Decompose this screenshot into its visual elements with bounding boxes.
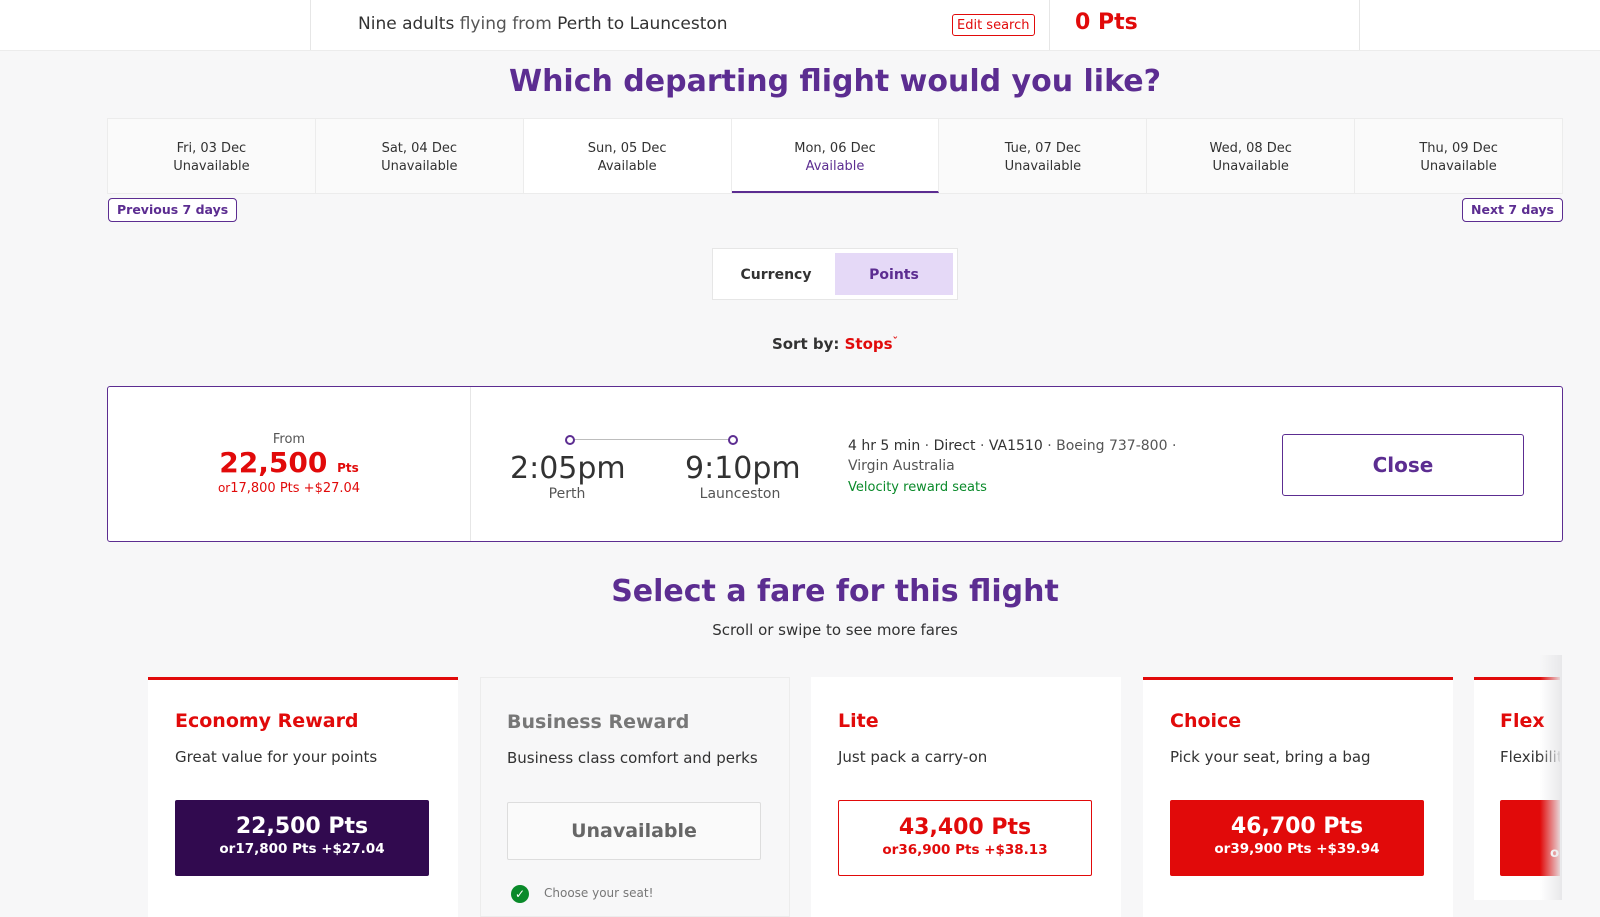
date-status: Unavailable <box>173 159 250 174</box>
scroll-fade <box>1540 655 1562 900</box>
or-label: or <box>219 841 236 857</box>
fare-alt-price: or36,900 Pts +$38.13 <box>839 841 1091 859</box>
fare-description: Great value for your points <box>175 748 378 766</box>
fare-alt-price: or39,900 Pts +$39.94 <box>1170 840 1424 858</box>
carrier-name: Virgin Australia <box>848 458 955 474</box>
alt-price-value: 36,900 Pts +$38.13 <box>898 842 1048 858</box>
flight-details: 4 hr 5 min · Direct · VA1510 · Boeing 73… <box>848 436 1178 476</box>
choice-price-button[interactable]: 46,700 Pts or39,900 Pts +$39.94 <box>1170 800 1424 876</box>
fare-description: Pick your seat, bring a bag <box>1170 748 1371 766</box>
summary-word: flying <box>459 14 507 34</box>
fare-price: 46,700 Pts <box>1230 814 1364 839</box>
economy-reward-price-button[interactable]: 22,500 Pts or17,800 Pts +$27.04 <box>175 800 429 876</box>
date-tab-sun-05[interactable]: Sun, 05 Dec Available <box>523 119 732 193</box>
date-tab-tue-07[interactable]: Tue, 07 Dec Unavailable <box>939 119 1148 193</box>
date-status: Available <box>597 159 657 174</box>
date-label: Fri, 03 Dec <box>176 141 247 156</box>
departure-time: 2:05pm <box>510 451 626 486</box>
or-label: or <box>217 481 231 495</box>
date-label: Sat, 04 Dec <box>381 141 457 156</box>
flight-stops: Direct <box>933 438 976 454</box>
or-label: or <box>1214 841 1231 857</box>
previous-7-days-button[interactable]: Previous 7 days <box>108 198 238 222</box>
points-value: 22,500 <box>219 446 328 479</box>
business-reward-unavailable: Unavailable <box>507 802 761 860</box>
summary-word: to <box>607 14 625 34</box>
page-title: Which departing flight would you like? <box>508 64 1161 99</box>
from-label: From <box>272 432 306 447</box>
alt-price-value: 17,800 Pts +$27.04 <box>230 481 361 496</box>
chevron-down-icon: ˇ <box>892 335 899 348</box>
arrival-dot-icon <box>728 435 738 445</box>
date-label: Sun, 05 Dec <box>587 141 667 156</box>
fare-name: Business Reward <box>507 711 690 733</box>
summary-word: from <box>512 14 552 34</box>
fare-name: Choice <box>1170 710 1242 732</box>
date-tab-wed-08[interactable]: Wed, 08 Dec Unavailable <box>1147 119 1356 193</box>
fare-feature: Choose your seat! <box>544 886 654 900</box>
arrival-city: Launceston <box>699 486 781 502</box>
points-total: 0 Pts <box>1075 10 1138 35</box>
fare-name: Flex <box>1500 710 1545 732</box>
search-summary: Nine adults flying from Perth to Launces… <box>358 14 728 34</box>
fare-price: 22,500 Pts <box>235 814 369 839</box>
date-label: Mon, 06 Dec <box>794 141 876 156</box>
arrival-time: 9:10pm <box>685 451 801 486</box>
next-7-days-button[interactable]: Next 7 days <box>1462 198 1563 222</box>
date-label: Tue, 07 Dec <box>1004 141 1082 156</box>
fare-description: Just pack a carry-on <box>838 748 988 766</box>
check-icon: ✓ <box>511 885 529 903</box>
date-status: Unavailable <box>1004 159 1082 174</box>
divider <box>1049 0 1050 50</box>
points-unit: Pts <box>337 461 359 475</box>
close-button[interactable]: Close <box>1282 434 1524 496</box>
fare-price: Unavailable <box>571 820 697 842</box>
edit-search-button[interactable]: Edit search <box>952 14 1035 36</box>
origin-city: Perth <box>557 14 602 34</box>
fares-title: Select a fare for this flight <box>611 574 1059 609</box>
sort-label: Sort by: <box>771 335 840 353</box>
velocity-reward-seats: Velocity reward seats <box>848 480 987 495</box>
date-status: Unavailable <box>1212 159 1289 174</box>
date-label: Wed, 08 Dec <box>1209 141 1292 156</box>
separator: · <box>924 438 930 454</box>
fares-subtitle: Scroll or swipe to see more fares <box>712 621 958 639</box>
price-mode-toggle: Currency Points <box>712 248 958 300</box>
date-tab-fri-03[interactable]: Fri, 03 Dec Unavailable <box>108 119 316 193</box>
fare-description: Business class comfort and perks <box>507 749 758 767</box>
date-status: Available <box>805 159 865 174</box>
separator: · <box>1047 438 1052 454</box>
points-toggle-option[interactable]: Points <box>835 253 953 295</box>
date-status: Unavailable <box>1420 159 1497 174</box>
aircraft-type: Boeing 737-800 <box>1056 438 1168 454</box>
date-label: Thu, 09 Dec <box>1419 141 1498 156</box>
date-tab-mon-06[interactable]: Mon, 06 Dec Available <box>731 119 940 193</box>
date-tab-thu-09[interactable]: Thu, 09 Dec Unavailable <box>1355 119 1563 193</box>
departure-city: Perth <box>548 486 586 502</box>
or-label: or <box>882 842 899 858</box>
alt-price: or17,800 Pts +$27.04 <box>107 481 471 496</box>
fare-name: Lite <box>838 710 879 732</box>
separator: · <box>979 438 985 454</box>
fare-price: 43,400 Pts <box>898 815 1032 840</box>
alt-price-value: 17,800 Pts +$27.04 <box>235 841 385 857</box>
sort-value[interactable]: Stops <box>845 335 893 353</box>
lite-price-button[interactable]: 43,400 Pts or36,900 Pts +$38.13 <box>838 800 1092 876</box>
date-status: Unavailable <box>381 159 458 174</box>
separator: · <box>1171 438 1177 454</box>
fare-name: Economy Reward <box>175 710 359 732</box>
flight-duration: 4 hr 5 min <box>848 438 921 454</box>
date-tab-sat-04[interactable]: Sat, 04 Dec Unavailable <box>315 119 524 193</box>
alt-price-value: 39,900 Pts +$39.94 <box>1230 841 1380 857</box>
currency-toggle-option[interactable]: Currency <box>717 253 835 295</box>
route-line <box>570 439 734 440</box>
destination-city: Launceston <box>629 14 728 34</box>
sort-control[interactable]: Sort by: Stopsˇ <box>0 335 1600 353</box>
flight-number: VA1510 <box>988 438 1043 454</box>
fare-alt-price: or17,800 Pts +$27.04 <box>175 840 429 858</box>
passenger-count: Nine adults <box>358 14 455 34</box>
date-selector: Fri, 03 Dec Unavailable Sat, 04 Dec Unavai… <box>107 118 1563 194</box>
departure-dot-icon <box>565 435 575 445</box>
from-points-price: 22,500 Pts <box>107 446 471 479</box>
